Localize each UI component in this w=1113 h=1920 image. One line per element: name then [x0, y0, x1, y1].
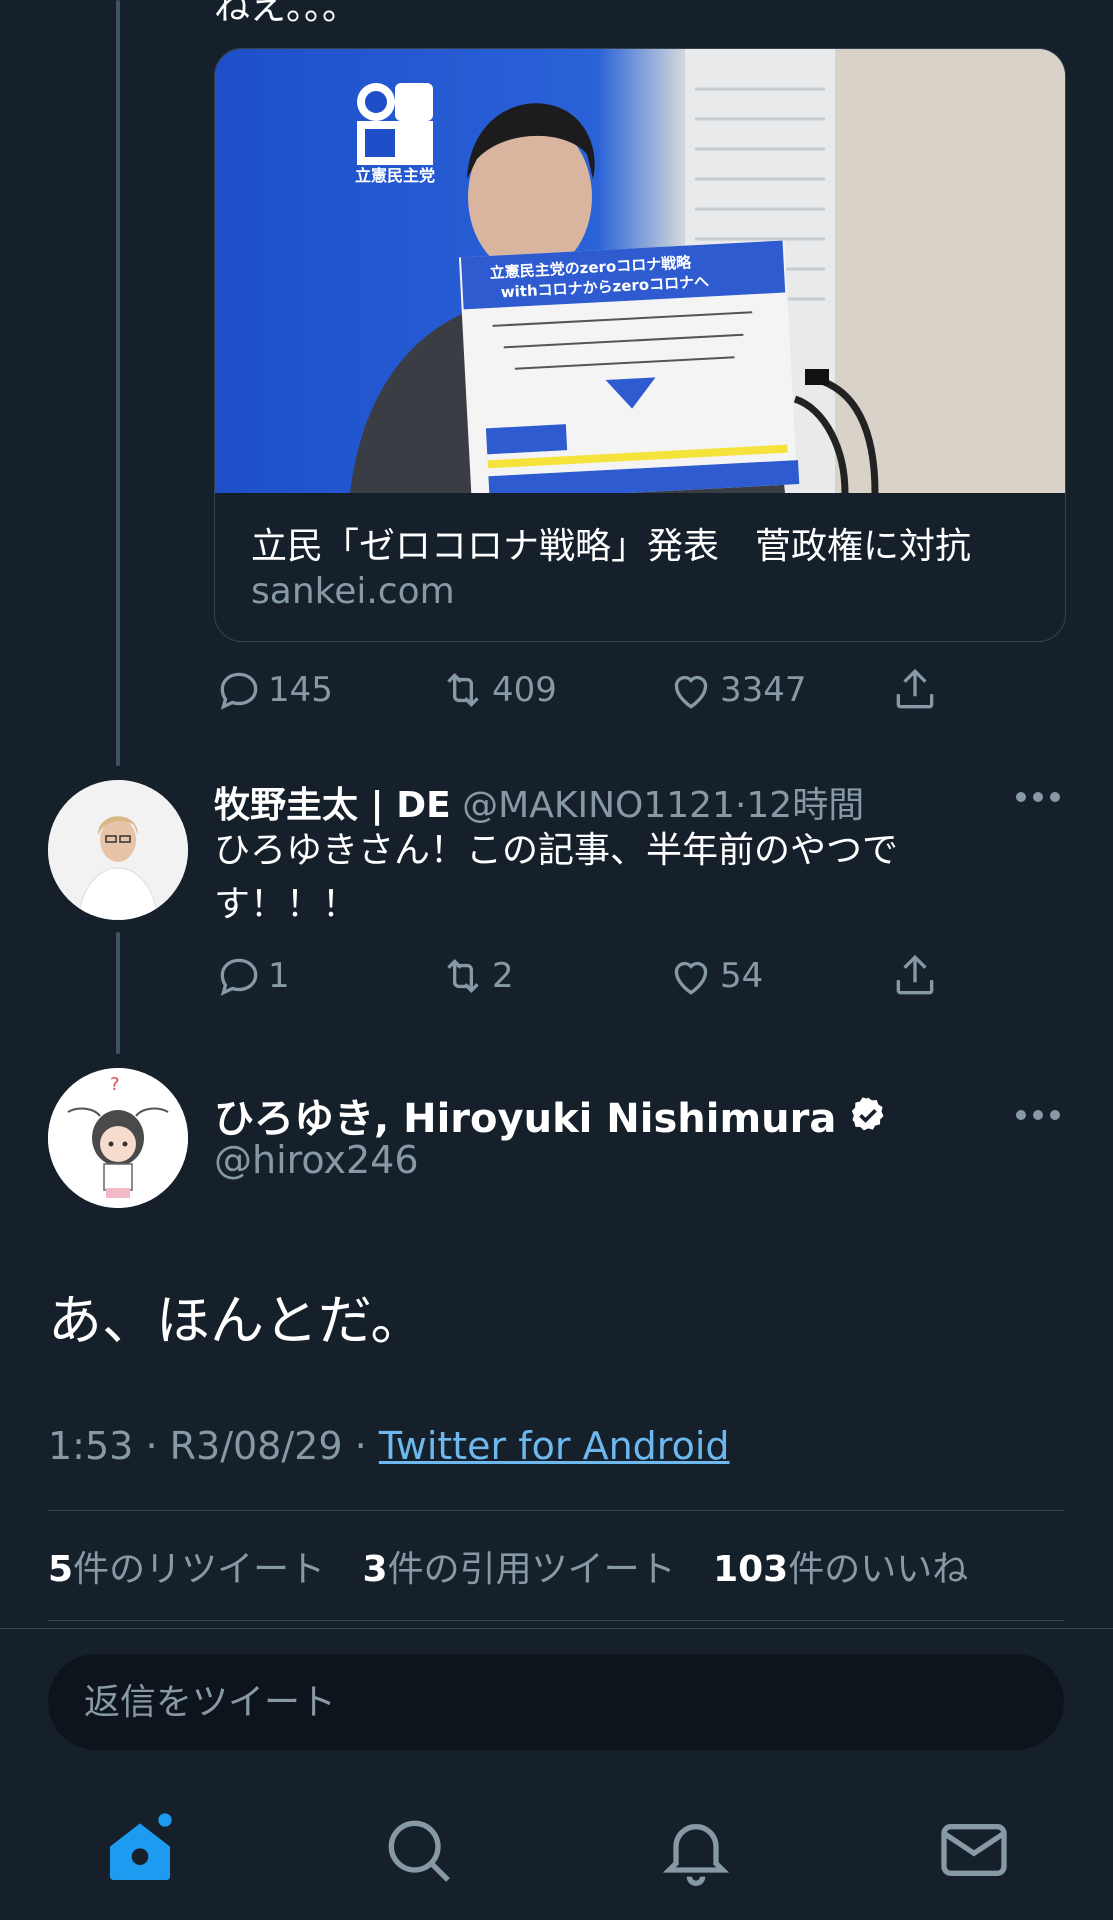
thread-line-top: [116, 0, 120, 766]
party-logo: 立憲民主党: [355, 83, 435, 185]
tweet-detail-page: ねえ。。。 立憲民主党 立憲民主党のzeroコロナ戦略 withコロナからzer…: [0, 0, 1113, 1920]
quote-stat-label: 件の引用ツイート: [387, 1549, 676, 1590]
notifications-icon: [662, 1824, 730, 1886]
quote-stat[interactable]: 3件の引用ツイート: [363, 1549, 676, 1590]
notifications-tab[interactable]: [656, 1810, 736, 1890]
reply-icon: [220, 958, 258, 996]
share-icon: [896, 954, 934, 995]
like-stat[interactable]: 103件のいいね: [713, 1549, 968, 1590]
tweet-date: R3/08/29: [169, 1424, 343, 1468]
quote-stat-count: 3: [362, 1549, 388, 1590]
link-card-domain: sankei.com: [251, 571, 455, 612]
share-button[interactable]: [890, 662, 940, 718]
like-button[interactable]: 3347: [666, 662, 807, 718]
retweet-icon: [447, 673, 479, 707]
svg-text:?: ?: [110, 1074, 120, 1095]
reply-tweet-actions: 1 2 54: [214, 948, 994, 1004]
reply-tweet-text: ひろゆきさん！この記事、半年前のやつです！！！: [214, 830, 899, 925]
like-stat-count: 103: [713, 1549, 789, 1590]
retweet-stat[interactable]: 5件のリツイート: [48, 1549, 325, 1590]
meta-separator: ·: [354, 1424, 367, 1468]
heart-icon: [674, 675, 708, 709]
reply-count: 145: [268, 670, 333, 710]
like-count: 3347: [720, 670, 807, 710]
main-author-handle[interactable]: @hirox246: [214, 1138, 419, 1182]
messages-tab[interactable]: [934, 1810, 1014, 1890]
verified-badge-icon: [852, 1097, 884, 1131]
like-stat-label: 件のいいね: [788, 1549, 969, 1590]
previous-tweet-actions: 145 409 3347: [214, 662, 994, 718]
messages-icon: [941, 1824, 1007, 1876]
divider: [48, 1620, 1064, 1621]
tweet-source-link[interactable]: Twitter for Android: [379, 1424, 730, 1468]
like-count: 54: [720, 956, 764, 996]
link-card-image: 立憲民主党 立憲民主党のzeroコロナ戦略 withコロナからzeroコロナへ: [215, 49, 1065, 493]
heart-icon: [674, 961, 708, 995]
retweet-button[interactable]: 409: [438, 662, 557, 718]
retweet-count: 2: [492, 956, 514, 996]
reply-author-avatar[interactable]: [48, 780, 188, 920]
reply-button[interactable]: 1: [214, 948, 290, 1004]
reply-count: 1: [268, 956, 290, 996]
reply-author-handle[interactable]: @MAKINO1121: [462, 785, 735, 826]
tweet-stats: 5件のリツイート 3件の引用ツイート 103件のいいね: [48, 1540, 994, 1592]
search-icon: [388, 1820, 450, 1882]
retweet-stat-label: 件のリツイート: [73, 1549, 326, 1590]
reply-author-name[interactable]: 牧野圭太 | DE: [214, 785, 451, 826]
previous-tweet-text: ねえ。。。: [214, 0, 359, 28]
share-icon: [896, 668, 934, 709]
main-more-button[interactable]: [1016, 1110, 1060, 1122]
tweet-meta: 1:53 · R3/08/29 · Twitter for Android: [48, 1424, 730, 1468]
link-card[interactable]: 立憲民主党 立憲民主党のzeroコロナ戦略 withコロナからzeroコロナへ: [214, 48, 1066, 642]
main-author-name-row[interactable]: ひろゆき, Hiroyuki Nishimura: [214, 1086, 888, 1144]
svg-text:立憲民主党: 立憲民主党: [355, 166, 435, 185]
retweet-button[interactable]: 2: [438, 948, 514, 1004]
main-author-name: ひろゆき, Hiroyuki Nishimura: [214, 1096, 837, 1142]
header-separator: ·: [734, 785, 747, 826]
meta-separator: ·: [145, 1424, 158, 1468]
retweet-icon: [447, 959, 479, 993]
reply-more-button[interactable]: [1016, 792, 1060, 804]
like-button[interactable]: 54: [666, 948, 763, 1004]
divider: [48, 1510, 1064, 1511]
home-tab[interactable]: [100, 1810, 180, 1890]
reply-tweet-header: 牧野圭太 | DE @MAKINO1121·12時間: [214, 776, 864, 828]
tweet-time: 1:53: [48, 1424, 134, 1468]
main-tweet-text: あ、ほんとだ。: [48, 1289, 425, 1352]
main-author-avatar[interactable]: ?: [48, 1068, 188, 1208]
home-icon: [110, 1813, 172, 1880]
search-tab[interactable]: [378, 1810, 458, 1890]
reply-tweet-time: 12時間: [746, 785, 865, 826]
reply-input[interactable]: [48, 1654, 1064, 1750]
retweet-count: 409: [492, 670, 557, 710]
thread-line-middle: [116, 932, 120, 1054]
link-card-title: 立民「ゼロコロナ戦略」発表 菅政権に対抗: [251, 526, 972, 567]
reply-button[interactable]: 145: [214, 662, 333, 718]
retweet-stat-count: 5: [48, 1549, 74, 1590]
reply-icon: [220, 672, 258, 710]
share-button[interactable]: [890, 948, 940, 1004]
